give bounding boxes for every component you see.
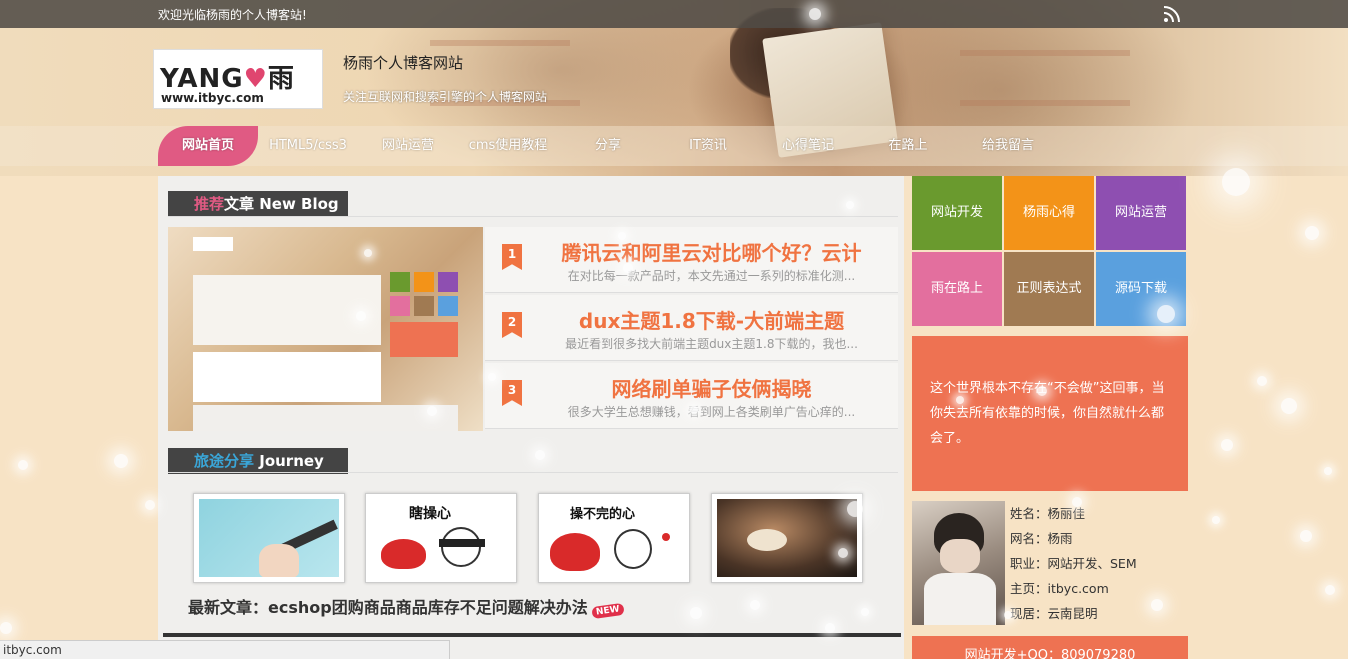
recommended-heading: 推荐文章 New Blog (168, 191, 348, 217)
logo-url: www.itbyc.com (161, 91, 264, 105)
post-excerpt: 最近看到很多找大前端主题dux主题1.8下载的，我也... (565, 337, 858, 351)
profile-job: 职业：网站开发、SEM (1010, 556, 1137, 571)
post-item[interactable]: 1 腾讯云和阿里云对比哪个好？云计 在对比每一款产品时，本文先通过一系列的标准化… (485, 227, 898, 293)
rank-ribbon-icon: 2 (502, 312, 522, 338)
site-logo[interactable]: YANG♥雨 www.itbyc.com (153, 49, 323, 109)
post-item[interactable]: 3 网络刷单骗子伎俩揭晓 很多大学生总想赚钱，看到网上各类刷单广告心痒的... (485, 363, 898, 429)
snowflake (1325, 585, 1335, 595)
post-title[interactable]: dux主题1.8下载-大前端主题 (525, 305, 898, 334)
tile-regex[interactable]: 正则表达式 (1004, 252, 1094, 326)
snowflake (18, 460, 28, 470)
profile-avatar (912, 501, 1005, 625)
latest-article-link[interactable]: 最新文章：ecshop团购商品商品库存不足问题解决办法 NEW (188, 594, 624, 620)
profile-nickname: 网名：杨雨 (1010, 531, 1073, 546)
journey-thumb-cartoon[interactable]: 瞎操心 (365, 493, 517, 583)
snowflake (1324, 467, 1332, 475)
snowflake (1257, 376, 1267, 386)
nav-item-operations[interactable]: 网站运营 (358, 126, 458, 166)
rank-ribbon-icon: 3 (502, 380, 522, 406)
post-excerpt: 在对比每一款产品时，本文先通过一系列的标准化测... (567, 269, 856, 283)
snowflake (145, 500, 155, 510)
welcome-text: 欢迎光临杨雨的个人博客站! (158, 8, 307, 22)
profile-info: 姓名：杨丽佳 网名：杨雨 职业：网站开发、SEM 主页：itbyc.com 现居… (1010, 501, 1137, 626)
nav-item-it-news[interactable]: IT资讯 (658, 126, 758, 166)
browser-status-bar: itbyc.com (0, 640, 450, 659)
profile-location: 现居：云南昆明 (1010, 606, 1098, 621)
main-nav: 网站首页 HTML5/css3 网站运营 cms使用教程 分享 IT资讯 心得笔… (0, 126, 1348, 166)
nav-item-html5[interactable]: HTML5/css3 (258, 126, 358, 166)
profile-homepage[interactable]: 主页：itbyc.com (1010, 576, 1137, 601)
nav-item-on-the-road[interactable]: 在路上 (858, 126, 958, 166)
profile-name: 姓名：杨丽佳 (1010, 506, 1086, 521)
recommended-post-list: 1 腾讯云和阿里云对比哪个好？云计 在对比每一款产品时，本文先通过一系列的标准化… (485, 227, 898, 431)
journey-heading: 旅途分享 Journey (168, 448, 348, 474)
journey-thumb-hand-drawing[interactable] (193, 493, 345, 583)
nav-item-guestbook[interactable]: 给我留言 (958, 126, 1058, 166)
snowflake (1151, 599, 1163, 611)
rss-icon[interactable] (1162, 4, 1182, 24)
post-item[interactable]: 2 dux主题1.8下载-大前端主题 最近看到很多找大前端主题dux主题1.8下… (485, 295, 898, 361)
journey-thumb-cartoon-heart[interactable]: 操不完的心 (538, 493, 690, 583)
snowflake (1281, 398, 1297, 414)
post-title[interactable]: 网络刷单骗子伎俩揭晓 (525, 373, 898, 402)
nav-item-share[interactable]: 分享 (558, 126, 658, 166)
nav-item-cms[interactable]: cms使用教程 (458, 126, 558, 166)
tile-web-development[interactable]: 网站开发 (912, 176, 1002, 250)
tile-yangyu-notes[interactable]: 杨雨心得 (1004, 176, 1094, 250)
tile-source-download[interactable]: 源码下载 (1096, 252, 1186, 326)
site-title: 杨雨个人博客网站 (343, 54, 464, 72)
main-content: 推荐文章 New Blog 1 腾讯云和阿里云对比哪个好？云计 在对比每一款产品… (158, 176, 904, 659)
post-excerpt: 很多大学生总想赚钱，看到网上各类刷单广告心痒的... (567, 405, 856, 419)
contact-bar[interactable]: 网站开发+QQ：809079280 (912, 636, 1188, 659)
nav-item-notes[interactable]: 心得笔记 (758, 126, 858, 166)
featured-screenshot-image[interactable] (168, 227, 483, 431)
post-title[interactable]: 腾讯云和阿里云对比哪个好？云计 (525, 237, 898, 266)
snowflake (1300, 530, 1312, 542)
snowflake (0, 622, 12, 634)
snowflake (1221, 439, 1233, 451)
site-subtitle: 关注互联网和搜索引擎的个人博客网站 (343, 90, 548, 104)
tile-operations[interactable]: 网站运营 (1096, 176, 1186, 250)
journey-thumb-photo[interactable] (711, 493, 863, 583)
new-badge-icon: NEW (591, 602, 624, 620)
quote-box: 这个世界根本不存在“不会做”这回事，当你失去所有依靠的时候，你自然就什么都会了。 (912, 336, 1188, 491)
nav-item-home[interactable]: 网站首页 (158, 126, 258, 166)
heart-icon: ♥ (243, 64, 268, 94)
top-bar: 欢迎光临杨雨的个人博客站! (0, 0, 1348, 28)
snowflake (1305, 226, 1319, 240)
tile-on-the-road[interactable]: 雨在路上 (912, 252, 1002, 326)
snowflake (114, 454, 128, 468)
snowflake (1212, 516, 1220, 524)
rank-ribbon-icon: 1 (502, 244, 522, 270)
